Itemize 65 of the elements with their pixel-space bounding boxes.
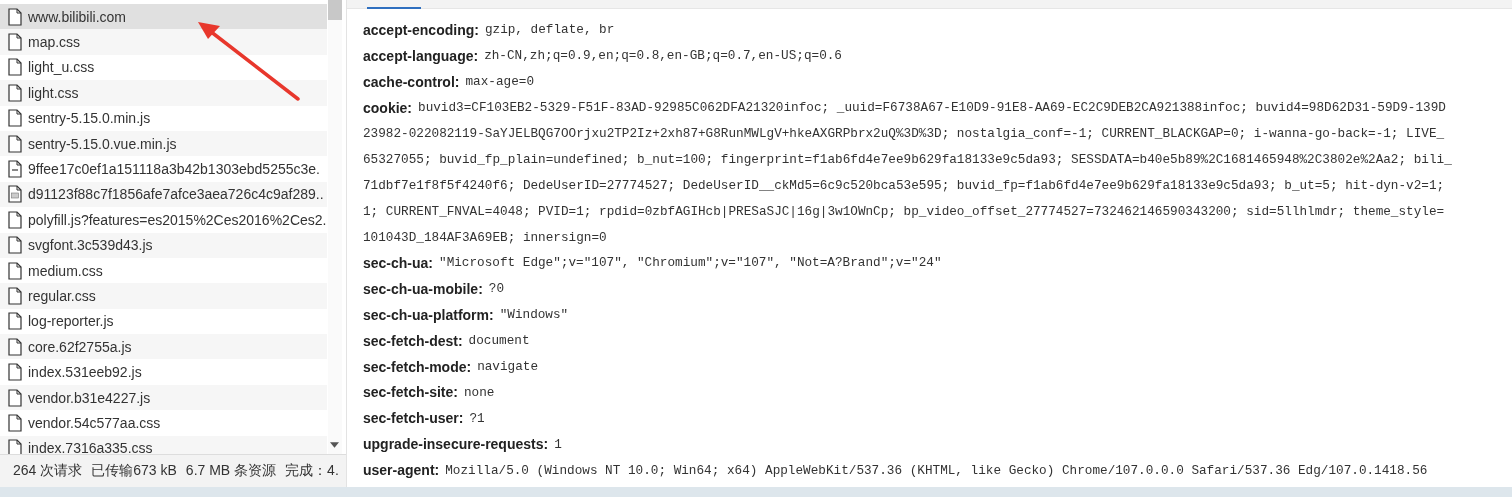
file-icon	[8, 413, 22, 432]
file-icon	[8, 261, 22, 280]
scrollbar[interactable]	[328, 0, 342, 454]
header-value: "Microsoft Edge";v="107", "Chromium";v="107", "Not=A?Brand";v="24"	[439, 255, 942, 271]
file-icon	[8, 388, 22, 407]
file-icon	[8, 83, 22, 102]
header-value: ?1	[469, 410, 485, 426]
header-name: sec-ch-ua-mobile:	[363, 280, 483, 297]
file-icon	[8, 33, 22, 52]
header-name: sec-ch-ua-platform:	[363, 306, 494, 323]
header-value: 23982-022082119-SaYJELBQG7OOrjxu2TP2Iz+2xh87+G8RunMWLgV+hkeAXGRPbrx2uQ%3D%3D; nostalgia_conf=-1; CURRENT_BLACKGAP=0; i-wanna-go-back=-1; LIVE_	[363, 126, 1445, 141]
file-icon	[8, 58, 22, 77]
scroll-thumb[interactable]	[328, 0, 342, 20]
file-list-item[interactable]: light.css	[0, 80, 327, 106]
scroll-down-icon[interactable]	[330, 442, 339, 448]
file-icon	[8, 236, 22, 255]
header-value: navigate	[477, 359, 539, 374]
file-list-item[interactable]: d91123f88c7f1856afe7afce3aea726c4c9af289..	[0, 181, 327, 208]
header-name: sec-ch-ua:	[363, 254, 434, 271]
header-value: gzip, deflate, br	[484, 22, 615, 38]
file-icon	[8, 210, 22, 229]
file-list-item[interactable]: sentry-5.15.0.vue.min.js	[0, 130, 327, 157]
status-text: 264 次请求	[13, 462, 83, 480]
header-name: sec-fetch-user:	[363, 410, 464, 427]
file-icon	[8, 287, 22, 305]
header-name: sec-fetch-dest:	[363, 332, 463, 349]
header-value: 101043D_184AF3A69EB; innersign=0	[363, 229, 607, 245]
file-icon	[8, 109, 22, 128]
status-text: 已传输673 kB	[91, 462, 177, 480]
file-list-item[interactable]: core.62f2755a.js	[0, 334, 327, 360]
file-list-item[interactable]: vendor.b31e4227.js	[0, 384, 327, 411]
header-value: 1	[554, 436, 562, 452]
header-name: accept-language:	[363, 47, 479, 64]
tab-indicator	[367, 7, 421, 9]
header-value: 1; CURRENT_FNVAL=4048; PVID=1; rpdid=0zbfAGIHcb|PRESaSJC|16g|3w1OWnCp; bp_video_offset_27774527=732462146590343200; sid=5llhlmdr; theme_style=	[363, 203, 1445, 219]
file-icon	[8, 312, 22, 331]
file-icon	[8, 337, 22, 356]
file-list-item[interactable]: map.css	[0, 29, 327, 55]
header-value: 65327055; buvid_fp_plain=undefined; b_nut=100; fingerprint=f1ab6fd4e7ee9b629fa18133e9c5da93; SESSDATA=b40e5b89%2C1681465948%2C3802e%2Aa2; bili_	[363, 151, 1452, 167]
header-value: zh-CN,zh;q=0.9,en;q=0.8,en-GB;q=0.7,en-US;q=0.6	[484, 48, 842, 64]
header-value: Mozilla/5.0 (Windows NT 10.0; Win64; x64) AppleWebKit/537.36 (KHTML, like Gecko) Chrome/107.0.0.0 Safari/537.36 Edg/107.0.1418.56	[445, 462, 1428, 478]
file-icon	[8, 7, 22, 26]
file-list-item[interactable]: regular.css	[0, 283, 327, 309]
header-name: sec-fetch-mode:	[363, 358, 472, 375]
header-value: none	[463, 384, 495, 400]
header-name: cookie:	[363, 99, 412, 116]
header-name: accept-encoding:	[363, 21, 479, 38]
header-value: max-age=0	[465, 74, 534, 90]
header-value: document	[468, 333, 530, 349]
file-icon	[8, 185, 22, 204]
header-name: cache-control:	[363, 73, 460, 90]
status-text: 6.7 MB 条资源	[185, 462, 277, 480]
file-icon	[8, 160, 22, 179]
header-value: ?0	[488, 281, 505, 297]
header-value: buvid3=CF103EB2-5329-F51F-83AD-92985C062DFA21320infoc; _uuid=F6738A67-E10D9-91E8-AA69-EC2C9DEB2CA921388infoc; buvid4=98D62D31-59D9-139D	[418, 100, 1446, 116]
header-name: sec-fetch-site:	[363, 384, 458, 401]
file-list-item[interactable]: www.bilibili.com	[0, 4, 327, 30]
file-icon	[8, 134, 22, 153]
header-value: 71dbf7e1f8f5f4240f6; DedeUserID=27774527; DedeUserID__ckMd5=6c9c520bca53e595; buvid_fp=f1ab6fd4e7ee9b629fa18133e9c5da93; b_ut=5; hit-dyn-v2=1;	[363, 177, 1445, 193]
status-text: 完成：4.	[285, 462, 339, 480]
header-name: upgrade-insecure-requests:	[363, 436, 549, 453]
header-name: user-agent:	[363, 462, 440, 479]
header-value: "Windows"	[499, 307, 569, 323]
file-list-item[interactable]: svgfont.3c539d43.js	[0, 232, 327, 258]
file-icon	[8, 363, 22, 382]
